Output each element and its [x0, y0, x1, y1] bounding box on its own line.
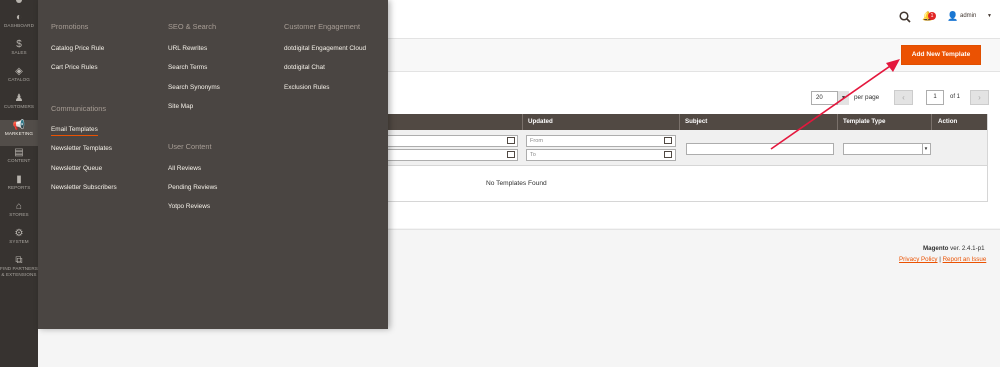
nav-item-dashboard[interactable]: ◐ DASHBOARD — [0, 12, 38, 38]
nav-item-label: CATALOG — [8, 77, 30, 82]
nav-item-label: STORES — [9, 212, 29, 217]
user-icon[interactable]: 👤 — [947, 11, 958, 22]
menu-item-newsletter-queue[interactable]: Newsletter Queue — [51, 165, 102, 172]
menu-item-catalog-price-rule[interactable]: Catalog Price Rule — [51, 45, 104, 52]
nav-item-label: REPORTS — [7, 185, 31, 190]
search-icon[interactable] — [899, 11, 911, 23]
gear-icon: ⚙ — [14, 228, 24, 239]
dashboard-icon: ◐ — [15, 12, 23, 23]
dollar-icon: $ — [16, 39, 22, 50]
menu-heading-seo-search: SEO & Search — [168, 22, 217, 31]
menu-heading-user-content: User Content — [168, 142, 212, 151]
nav-item-label: SALES — [11, 50, 27, 55]
puzzle-icon: ⧉ — [15, 255, 23, 266]
footer-links: Privacy Policy | Report an Issue — [899, 256, 986, 263]
magento-logo-icon[interactable] — [16, 0, 22, 3]
nav-item-find-partners-extensions[interactable]: ⧉ FIND PARTNERS & EXTENSIONS — [0, 255, 38, 283]
menu-item-search-terms[interactable]: Search Terms — [168, 64, 207, 71]
nav-item-label: CUSTOMERS — [3, 104, 35, 109]
nav-item-label: FIND PARTNERS & EXTENSIONS — [0, 266, 38, 277]
chevron-down-icon[interactable]: ▼ — [837, 91, 849, 105]
nav-item-catalog[interactable]: ◈ CATALOG — [0, 66, 38, 92]
person-icon: ♟ — [14, 93, 24, 104]
menu-item-newsletter-templates[interactable]: Newsletter Templates — [51, 145, 112, 152]
menu-item-exclusion-rules[interactable]: Exclusion Rules — [284, 84, 329, 91]
menu-item-site-map[interactable]: Site Map — [168, 103, 193, 110]
nav-item-system[interactable]: ⚙ SYSTEM — [0, 228, 38, 254]
bar-chart-icon: ▮ — [16, 174, 22, 185]
menu-item-pending-reviews[interactable]: Pending Reviews — [168, 184, 217, 191]
nav-item-label: DASHBOARD — [4, 23, 34, 28]
nav-item-label: CONTENT — [7, 158, 31, 163]
nav-item-stores[interactable]: ⌂ STORES — [0, 201, 38, 227]
nav-item-sales[interactable]: $ SALES — [0, 39, 38, 65]
marketing-flyout-menu: Promotions Catalog Price Rule Cart Price… — [38, 0, 388, 329]
menu-item-cart-price-rules[interactable]: Cart Price Rules — [51, 64, 98, 71]
menu-item-url-rewrites[interactable]: URL Rewrites — [168, 45, 207, 52]
nav-item-marketing[interactable]: 📢 MARKETING — [0, 120, 38, 146]
menu-item-search-synonyms[interactable]: Search Synonyms — [168, 84, 220, 91]
previous-page-button[interactable]: ‹ — [894, 90, 913, 105]
menu-item-dotdigital-engagement-cloud[interactable]: dotdigital Engagement Cloud — [284, 45, 366, 52]
privacy-policy-link[interactable]: Privacy Policy — [899, 256, 938, 263]
menu-item-newsletter-subscribers[interactable]: Newsletter Subscribers — [51, 184, 117, 191]
menu-heading-promotions: Promotions — [51, 22, 89, 31]
next-page-button[interactable]: › — [970, 90, 989, 105]
page-number-input[interactable]: 1 — [926, 90, 944, 105]
menu-heading-communications: Communications — [51, 104, 107, 113]
report-issue-link[interactable]: Report an Issue — [943, 256, 987, 263]
nav-item-label: SYSTEM — [9, 239, 29, 244]
menu-item-email-templates[interactable]: Email Templates — [51, 126, 98, 136]
page-total-label: of 1 — [950, 94, 961, 100]
notification-badge: 1 — [928, 12, 936, 20]
admin-sidebar: ◐ DASHBOARD $ SALES ◈ CATALOG ♟ CUSTOMERS 📢 MARKE… — [0, 0, 38, 367]
menu-item-dotdigital-chat[interactable]: dotdigital Chat — [284, 64, 325, 71]
per-page-label: per page — [854, 94, 880, 101]
add-new-template-button[interactable]: Add New Template — [901, 45, 981, 65]
admin-user-link[interactable]: admin — [960, 13, 976, 19]
megaphone-icon: 📢 — [12, 120, 26, 131]
menu-heading-customer-engagement: Customer Engagement — [284, 22, 360, 31]
cube-icon: ◈ — [15, 66, 23, 77]
nav-item-reports[interactable]: ▮ REPORTS — [0, 174, 38, 200]
footer-separator: | — [939, 256, 941, 263]
chevron-down-icon[interactable]: ▼ — [987, 13, 992, 19]
nav-item-customers[interactable]: ♟ CUSTOMERS — [0, 93, 38, 119]
layout-icon: ▤ — [14, 147, 24, 158]
menu-item-all-reviews[interactable]: All Reviews — [168, 165, 201, 172]
menu-item-yotpo-reviews[interactable]: Yotpo Reviews — [168, 203, 210, 210]
version-info: Magento ver. 2.4.1-p1 — [923, 245, 985, 252]
brand-name: Magento — [923, 245, 949, 252]
nav-item-label: MARKETING — [4, 131, 34, 136]
nav-item-content[interactable]: ▤ CONTENT — [0, 147, 38, 173]
version-number: ver. 2.4.1-p1 — [950, 245, 985, 252]
store-icon: ⌂ — [15, 201, 23, 212]
